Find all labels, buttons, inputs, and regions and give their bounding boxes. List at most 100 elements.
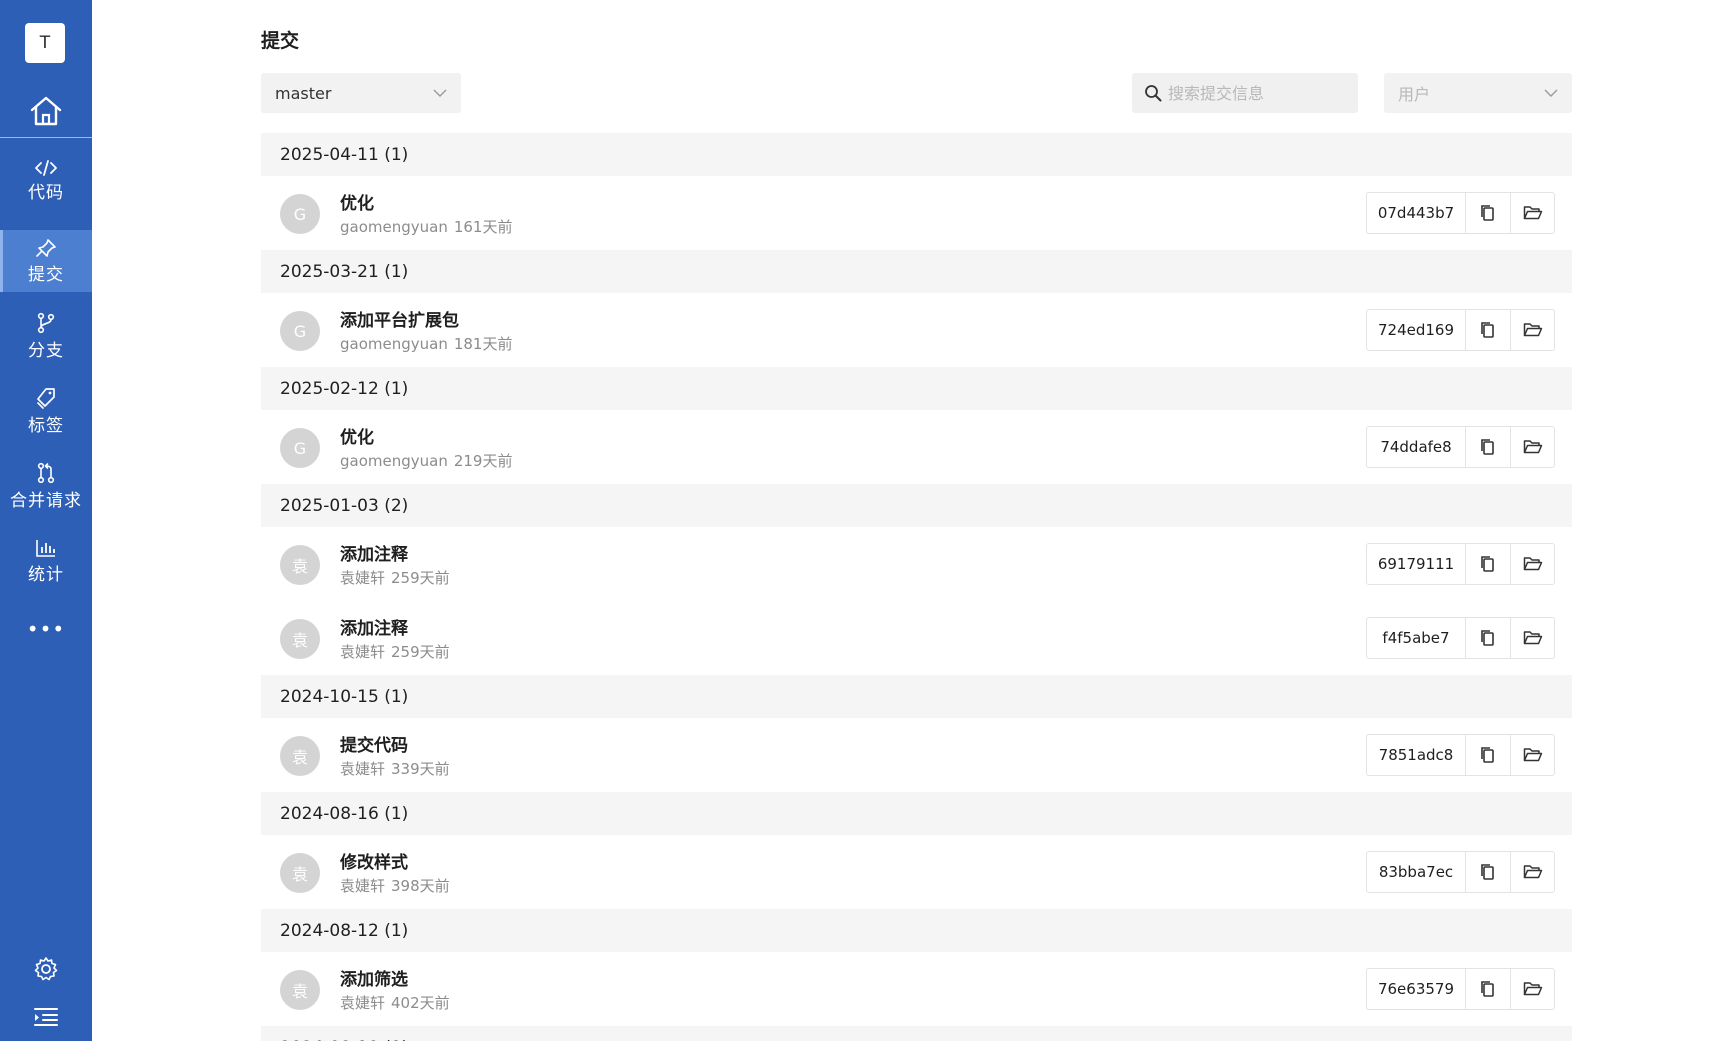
- search-input[interactable]: [1168, 83, 1338, 103]
- commit-actions: f4f5abe7: [1366, 617, 1555, 659]
- commit-title[interactable]: 优化: [340, 423, 374, 448]
- home-button[interactable]: [0, 88, 92, 134]
- browse-files-button[interactable]: [1510, 544, 1554, 584]
- pin-icon: [36, 238, 56, 257]
- commit-meta: 袁婕轩 259天前: [340, 641, 450, 662]
- commit-hash-button[interactable]: 7851adc8: [1367, 735, 1466, 775]
- folder-open-icon: [1523, 440, 1542, 454]
- commit-row[interactable]: 袁添加注释袁婕轩 259天前 f4f5abe7: [261, 601, 1572, 675]
- commit-row[interactable]: 袁修改样式 袁婕轩 398天前 83bba7ec: [261, 835, 1572, 909]
- commit-hash-button[interactable]: f4f5abe7: [1367, 618, 1466, 658]
- commit-author: 袁婕轩: [340, 569, 386, 587]
- copy-icon: [1481, 630, 1494, 646]
- user-filter-select[interactable]: 用户: [1384, 73, 1572, 113]
- user-avatar[interactable]: T: [25, 23, 65, 63]
- bar-chart-icon: [36, 539, 55, 557]
- sidebar-item-code[interactable]: 代码: [0, 150, 92, 212]
- commit-actions: 83bba7ec: [1366, 851, 1555, 893]
- author-avatar: 袁: [280, 545, 320, 585]
- browse-files-button[interactable]: [1510, 969, 1554, 1009]
- author-avatar: 袁: [280, 853, 320, 893]
- commit-title[interactable]: 添加筛选: [340, 965, 408, 990]
- browse-files-button[interactable]: [1510, 193, 1554, 233]
- user-filter-placeholder: 用户: [1398, 85, 1431, 104]
- copy-hash-button[interactable]: [1466, 193, 1510, 233]
- more-icon: •••: [26, 617, 66, 641]
- browse-files-button[interactable]: [1510, 618, 1554, 658]
- author-avatar: 袁: [280, 619, 320, 659]
- date-group-header: 2024-08-16 (1): [261, 792, 1572, 835]
- copy-hash-button[interactable]: [1466, 969, 1510, 1009]
- commit-actions: 724ed169: [1366, 309, 1555, 351]
- sidebar-item-label: 标签: [28, 415, 64, 436]
- commit-row[interactable]: 袁添加筛选 袁婕轩 402天前 76e63579: [261, 952, 1572, 1026]
- commit-hash-button[interactable]: 724ed169: [1367, 310, 1466, 350]
- sidebar-item-label: 合并请求: [10, 490, 82, 511]
- browse-files-button[interactable]: [1510, 427, 1554, 467]
- commit-row[interactable]: G 添加平台扩展包 gaomengyuan 181天前 724ed169: [261, 293, 1572, 367]
- branch-icon: [37, 312, 55, 333]
- author-avatar: G: [280, 428, 320, 468]
- commit-hash-button[interactable]: 74ddafe8: [1367, 427, 1466, 467]
- copy-icon: [1481, 205, 1494, 221]
- gear-icon: [34, 957, 58, 981]
- commit-row[interactable]: 袁提交代码 袁婕轩 339天前 7851adc8: [261, 718, 1572, 792]
- commit-hash-button[interactable]: 76e63579: [1367, 969, 1466, 1009]
- commit-title[interactable]: 添加平台扩展包: [340, 306, 459, 331]
- commit-title[interactable]: 提交代码: [340, 731, 408, 756]
- commit-meta: 袁婕轩 398天前: [340, 875, 450, 896]
- commit-time: 259天前: [391, 643, 450, 661]
- copy-hash-button[interactable]: [1466, 735, 1510, 775]
- sidebar-item-tags[interactable]: 标签: [0, 380, 92, 442]
- commit-hash-button[interactable]: 07d443b7: [1367, 193, 1466, 233]
- sidebar-item-label: 代码: [28, 182, 64, 203]
- sidebar-item-branches[interactable]: 分支: [0, 305, 92, 367]
- commit-title[interactable]: 添加注释: [340, 614, 408, 639]
- folder-open-icon: [1523, 323, 1542, 337]
- commit-meta: 袁婕轩 339天前: [340, 758, 450, 779]
- commit-hash-button[interactable]: 69179111: [1367, 544, 1466, 584]
- commit-row[interactable]: G 优化 gaomengyuan 161天前 07d443b7: [261, 176, 1572, 250]
- app-window: T 代码 提交 分支 标签 合并请求 统计 ••• 提交 master 搜索提交…: [0, 0, 1730, 1041]
- author-avatar: 袁: [280, 736, 320, 776]
- browse-files-button[interactable]: [1510, 735, 1554, 775]
- search-field[interactable]: [1132, 73, 1358, 113]
- commit-author: gaomengyuan: [340, 335, 448, 353]
- browse-files-button[interactable]: [1510, 310, 1554, 350]
- date-group-header: 2025-03-21 (1): [261, 250, 1572, 293]
- sidebar-item-stats[interactable]: 统计: [0, 530, 92, 592]
- search-icon: [1145, 85, 1162, 102]
- copy-hash-button[interactable]: [1466, 544, 1510, 584]
- commit-time: 181天前: [453, 335, 513, 353]
- commit-author: 袁婕轩: [340, 760, 386, 778]
- commit-actions: 69179111: [1366, 543, 1555, 585]
- branch-select[interactable]: master: [261, 73, 461, 113]
- commit-actions: 7851adc8: [1366, 734, 1555, 776]
- more-button[interactable]: •••: [0, 614, 92, 644]
- commit-author: gaomengyuan: [340, 218, 448, 236]
- commit-actions: 07d443b7: [1366, 192, 1555, 234]
- sidebar-item-merge-requests[interactable]: 合并请求: [0, 455, 92, 517]
- copy-hash-button[interactable]: [1466, 310, 1510, 350]
- collapse-sidebar-button[interactable]: [0, 1000, 92, 1034]
- sidebar-item-commits[interactable]: 提交: [0, 230, 92, 292]
- copy-hash-button[interactable]: [1466, 618, 1510, 658]
- commit-hash-button[interactable]: 83bba7ec: [1367, 852, 1466, 892]
- commit-title[interactable]: 优化: [340, 189, 374, 214]
- copy-hash-button[interactable]: [1466, 427, 1510, 467]
- commit-title[interactable]: 修改样式: [340, 848, 408, 873]
- folder-open-icon: [1523, 557, 1542, 571]
- commit-title[interactable]: 添加注释: [340, 540, 408, 565]
- copy-icon: [1481, 981, 1494, 997]
- settings-button[interactable]: [0, 952, 92, 986]
- date-group-header: 2024-10-15 (1): [261, 675, 1572, 718]
- commit-row[interactable]: G 优化 gaomengyuan 219天前 74ddafe8: [261, 410, 1572, 484]
- commit-list: 2025-04-11 (1) G 优化 gaomengyuan 161天前 07d443b…: [261, 133, 1572, 1041]
- collapse-menu-icon: [34, 1008, 58, 1026]
- commit-time: 161天前: [453, 218, 513, 236]
- copy-hash-button[interactable]: [1466, 852, 1510, 892]
- commit-author: 袁婕轩: [340, 643, 386, 661]
- browse-files-button[interactable]: [1510, 852, 1554, 892]
- date-group-header: 2025-01-03 (2): [261, 484, 1572, 527]
- commit-row[interactable]: 袁添加注释 袁婕轩 259天前 69179111: [261, 527, 1572, 601]
